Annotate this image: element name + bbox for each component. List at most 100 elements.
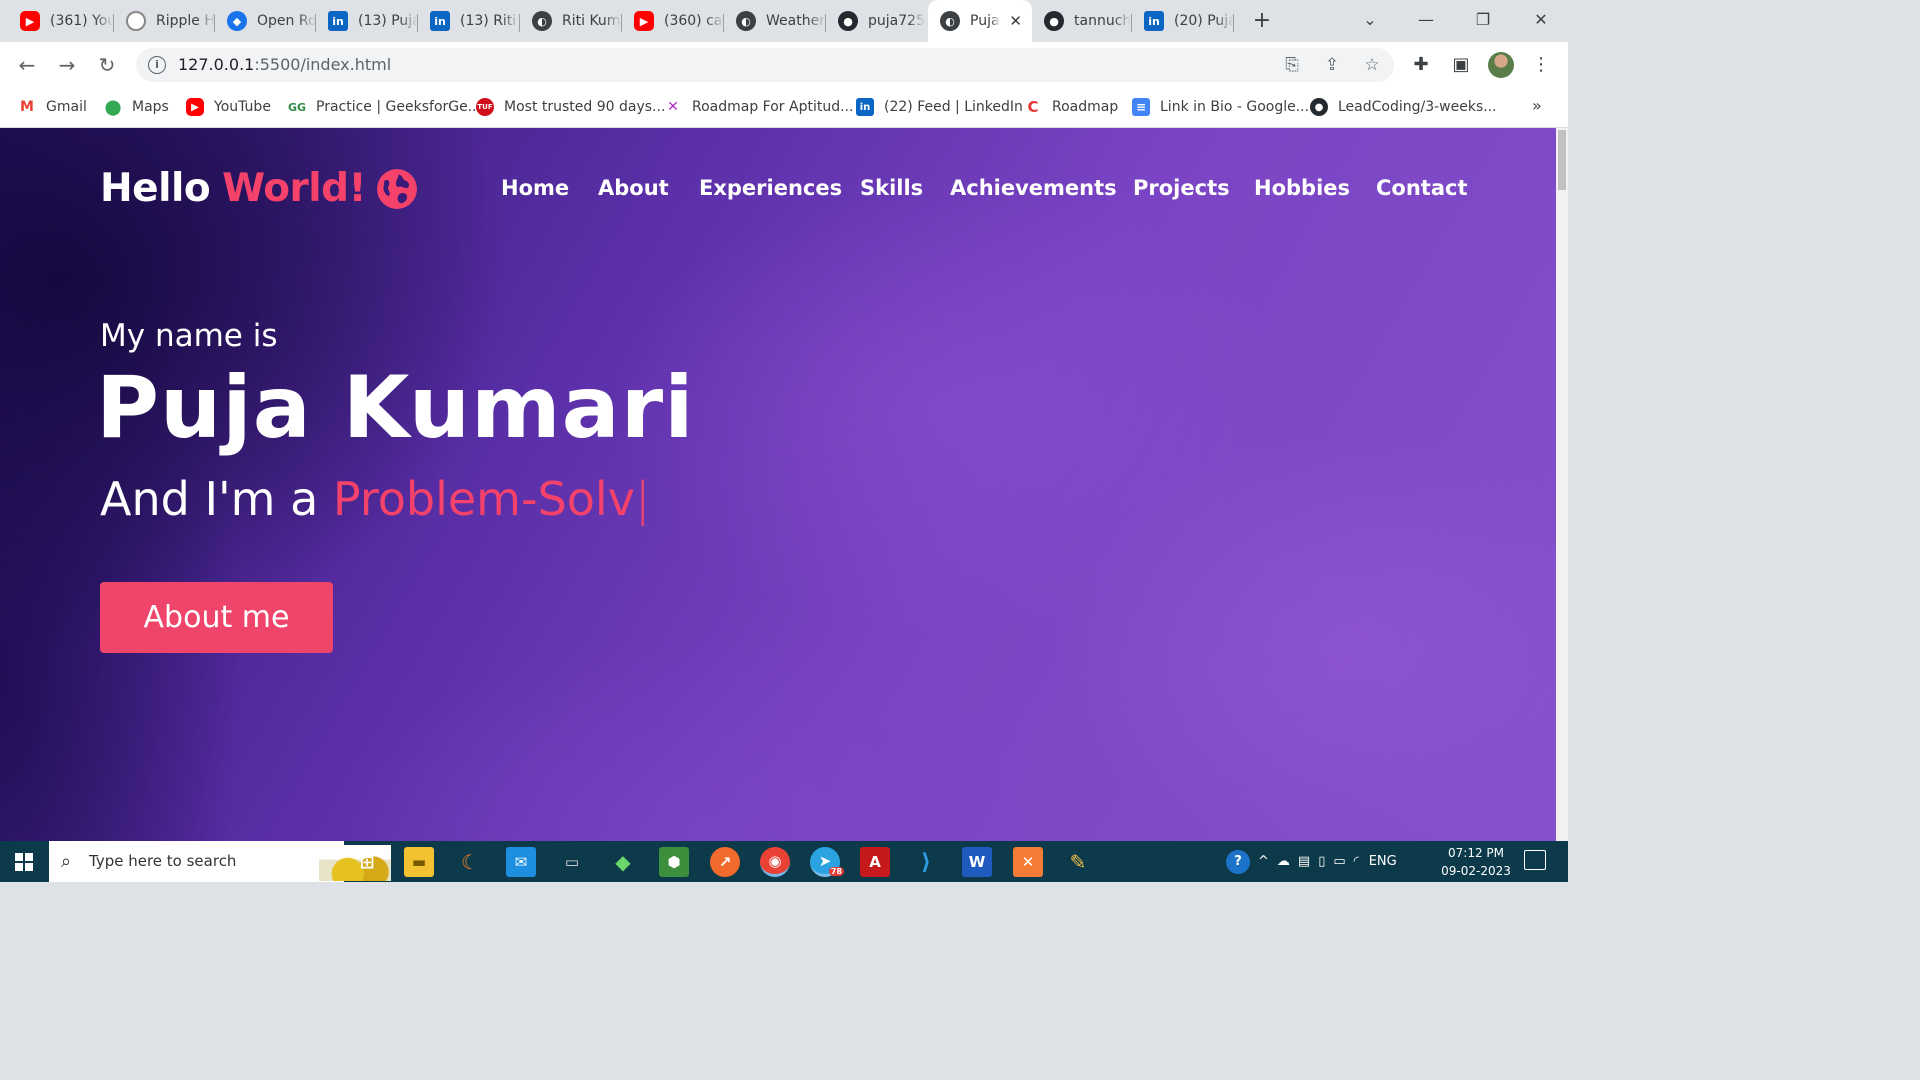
- url-host: 127.0.0.1: [178, 55, 255, 74]
- close-tab-icon[interactable]: ✕: [1009, 12, 1022, 30]
- site-info-icon[interactable]: i: [148, 56, 166, 74]
- tab-title: Puja: [970, 13, 1000, 29]
- linkedin-icon: in: [856, 98, 874, 116]
- clock-time: 07:12 PM: [1448, 846, 1504, 860]
- nav-about[interactable]: About: [598, 176, 669, 200]
- nav-hobbies[interactable]: Hobbies: [1254, 176, 1350, 200]
- bookmark-aptitude[interactable]: ✕ Roadmap For Aptitud...: [664, 96, 853, 118]
- bookmark-gfg[interactable]: GG Practice | GeeksforGe...: [288, 96, 481, 118]
- task-view-icon[interactable]: ⊞: [352, 847, 382, 877]
- display-icon[interactable]: ▤: [1298, 854, 1310, 869]
- tab-github-tannu[interactable]: ● tannuch: [1032, 6, 1132, 36]
- forward-button[interactable]: →: [52, 50, 82, 80]
- tab-puja-active[interactable]: ◐ Puja ✕: [928, 0, 1032, 42]
- bookmark-roadmap[interactable]: C Roadmap: [1024, 96, 1118, 118]
- eclipse-icon[interactable]: ☾: [455, 847, 485, 877]
- nav-experiences[interactable]: Experiences: [699, 176, 842, 200]
- bookmark-label: Roadmap For Aptitud...: [692, 99, 854, 115]
- mail-icon[interactable]: ✉: [506, 847, 536, 877]
- tab-weather[interactable]: ◐ Weather App: [724, 6, 826, 36]
- profile-avatar[interactable]: [1488, 52, 1514, 78]
- bookmark-label: LeadCoding/3-weeks...: [1338, 99, 1497, 115]
- tab-open-roadmap[interactable]: ◆ Open Roadmap: [215, 6, 316, 36]
- acrobat-icon[interactable]: A: [860, 847, 890, 877]
- tab-strip: ▶ (361) YouTube Ripple Hire ◆ Open Roadm…: [0, 0, 1568, 42]
- more-bookmarks-icon[interactable]: »: [1532, 96, 1542, 115]
- tab-linkedin-puja[interactable]: in (13) Puja Kumari: [316, 6, 418, 36]
- word-icon[interactable]: W: [962, 847, 992, 877]
- tab-linkedin-riti[interactable]: in (13) Riti Kumari: [418, 6, 520, 36]
- tab-linkedin-20[interactable]: in (20) Puja: [1132, 6, 1234, 36]
- address-bar[interactable]: i 127.0.0.1:5500/index.html ⎘ ⇪ ☆: [136, 48, 1394, 82]
- sublime-icon[interactable]: ↗: [710, 847, 740, 877]
- tab-title: (20) Puja: [1174, 13, 1234, 29]
- bookmark-docs[interactable]: ≡ Link in Bio - Google...: [1132, 96, 1309, 118]
- wifi-icon[interactable]: ◜: [1354, 854, 1359, 869]
- reload-button[interactable]: ↻: [92, 50, 122, 80]
- search-placeholder: Type here to search: [89, 852, 237, 870]
- telegram-icon[interactable]: ➤ 78: [810, 847, 844, 877]
- help-icon[interactable]: ?: [1226, 849, 1250, 874]
- scrollbar-thumb[interactable]: [1558, 130, 1566, 190]
- bookmark-label: Most trusted 90 days...: [504, 99, 666, 115]
- menu-kebab-icon[interactable]: ⋮: [1528, 52, 1554, 78]
- hero-name: Puja Kumari: [96, 358, 695, 458]
- paint-icon[interactable]: ✎: [1063, 847, 1093, 877]
- back-button[interactable]: ←: [12, 50, 42, 80]
- chrome-icon[interactable]: ◉: [760, 847, 790, 877]
- bookmark-leadcoding[interactable]: ● LeadCoding/3-weeks...: [1310, 96, 1497, 118]
- tab-github-puja[interactable]: ● puja725: [826, 6, 928, 36]
- notification-icon[interactable]: [1524, 850, 1546, 870]
- bookmark-tuf[interactable]: TUF Most trusted 90 days...: [476, 96, 665, 118]
- bookmark-maps[interactable]: ⬤ Maps: [104, 96, 169, 118]
- taskbar-search[interactable]: ⌕ Type here to search: [49, 841, 391, 882]
- taskbar-clock[interactable]: 07:12 PM 09-02-2023: [1436, 844, 1516, 880]
- chevron-up-icon[interactable]: ^: [1258, 854, 1269, 869]
- logo-text: Hello: [100, 166, 211, 211]
- device-icon[interactable]: ▯: [1318, 854, 1325, 869]
- translate-icon[interactable]: ⎘: [1280, 53, 1304, 77]
- laptop-app-icon[interactable]: ▭: [557, 847, 587, 877]
- nav-contact[interactable]: Contact: [1376, 176, 1468, 200]
- tab-youtube-360[interactable]: ▶ (360) carousel: [622, 6, 724, 36]
- close-window-button[interactable]: ✕: [1521, 6, 1561, 34]
- nav-achievements[interactable]: Achievements: [950, 176, 1117, 200]
- new-tab-button[interactable]: +: [1248, 8, 1276, 34]
- nav-skills[interactable]: Skills: [860, 176, 923, 200]
- site-logo[interactable]: Hello World!: [100, 166, 418, 211]
- node-icon[interactable]: ⬢: [659, 847, 689, 877]
- tab-youtube-361[interactable]: ▶ (361) YouTube: [8, 6, 114, 36]
- bookmark-star-icon[interactable]: ☆: [1360, 53, 1384, 77]
- url-text: 127.0.0.1:5500/index.html: [178, 55, 391, 74]
- nav-projects[interactable]: Projects: [1133, 176, 1230, 200]
- xampp-icon[interactable]: ✕: [1013, 847, 1043, 877]
- page-scrollbar[interactable]: [1556, 128, 1568, 841]
- battery-icon[interactable]: ▭: [1333, 854, 1345, 869]
- linkedin-icon: in: [1144, 11, 1164, 31]
- tab-title: (361) YouTube: [50, 13, 114, 29]
- file-explorer-icon[interactable]: ▬: [404, 847, 434, 877]
- cloud-icon[interactable]: ☁: [1277, 854, 1290, 869]
- bookmark-youtube[interactable]: ▶ YouTube: [186, 96, 271, 118]
- language-indicator[interactable]: ENG: [1369, 854, 1397, 869]
- tab-title: Ripple Hire: [156, 13, 215, 29]
- tab-ripple[interactable]: Ripple Hire: [114, 6, 215, 36]
- restore-button[interactable]: ❐: [1463, 6, 1503, 34]
- bookmark-linkedin[interactable]: in (22) Feed | LinkedIn: [856, 96, 1023, 118]
- tab-search-chevron-icon[interactable]: ⌄: [1350, 6, 1390, 34]
- windows-taskbar: ⌕ Type here to search ⊞ ▬ ☾ ✉ ▭ ◆ ⬢ ↗ ◉ …: [0, 841, 1568, 882]
- nav-home[interactable]: Home: [501, 176, 569, 200]
- tab-riti-kumari[interactable]: ◐ Riti Kumari: [520, 6, 622, 36]
- windows-start-button[interactable]: [0, 841, 48, 882]
- bookmark-gmail[interactable]: M Gmail: [18, 96, 87, 118]
- about-me-button[interactable]: About me: [100, 582, 333, 653]
- side-panel-icon[interactable]: ▣: [1448, 52, 1474, 78]
- minimize-button[interactable]: —: [1406, 6, 1446, 34]
- extensions-icon[interactable]: ✚: [1408, 52, 1434, 78]
- gfg-icon: GG: [288, 98, 306, 116]
- share-icon[interactable]: ⇪: [1320, 53, 1344, 77]
- vscode-icon[interactable]: ⟩: [911, 847, 941, 877]
- browser-toolbar: ← → ↻ i 127.0.0.1:5500/index.html ⎘ ⇪ ☆ …: [0, 42, 1568, 88]
- docs-icon: ≡: [1132, 98, 1150, 116]
- git-icon[interactable]: ◆: [608, 847, 638, 877]
